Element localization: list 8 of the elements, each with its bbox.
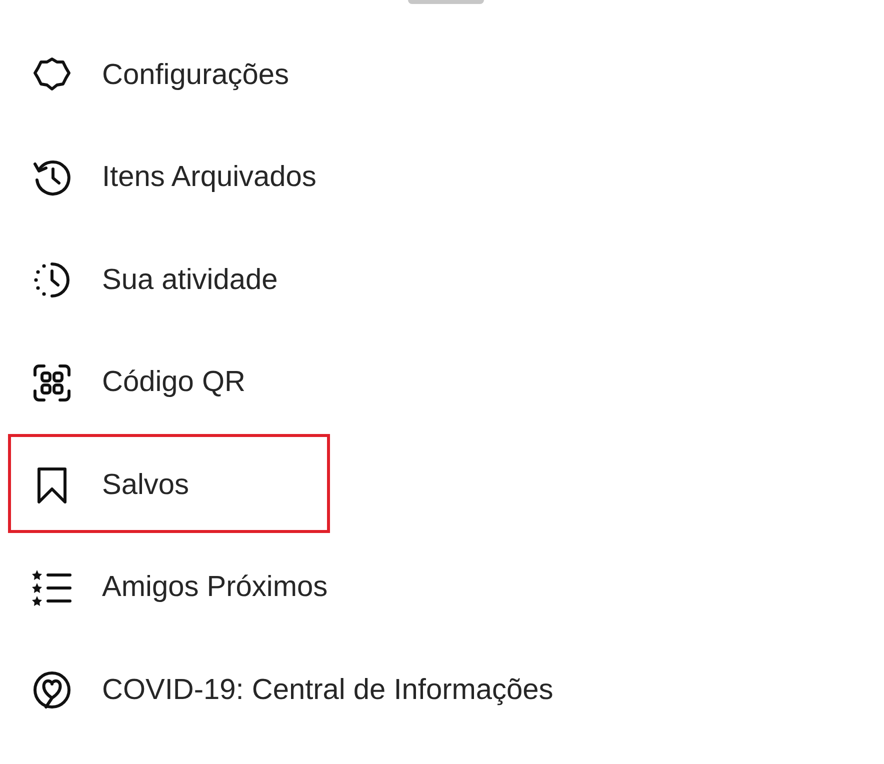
menu-item[interactable]: Itens Arquivados	[0, 126, 884, 229]
menu-item[interactable]: COVID-19: Central de Informações	[0, 639, 884, 742]
menu-item[interactable]: Sua atividade	[0, 229, 884, 332]
drag-handle[interactable]	[408, 0, 484, 4]
menu-item[interactable]: Configurações	[0, 24, 884, 126]
menu-item[interactable]: Amigos Próximos	[0, 536, 884, 639]
menu-item[interactable]: Código QR	[0, 332, 884, 434]
menu-item[interactable]: Salvos	[0, 434, 884, 536]
